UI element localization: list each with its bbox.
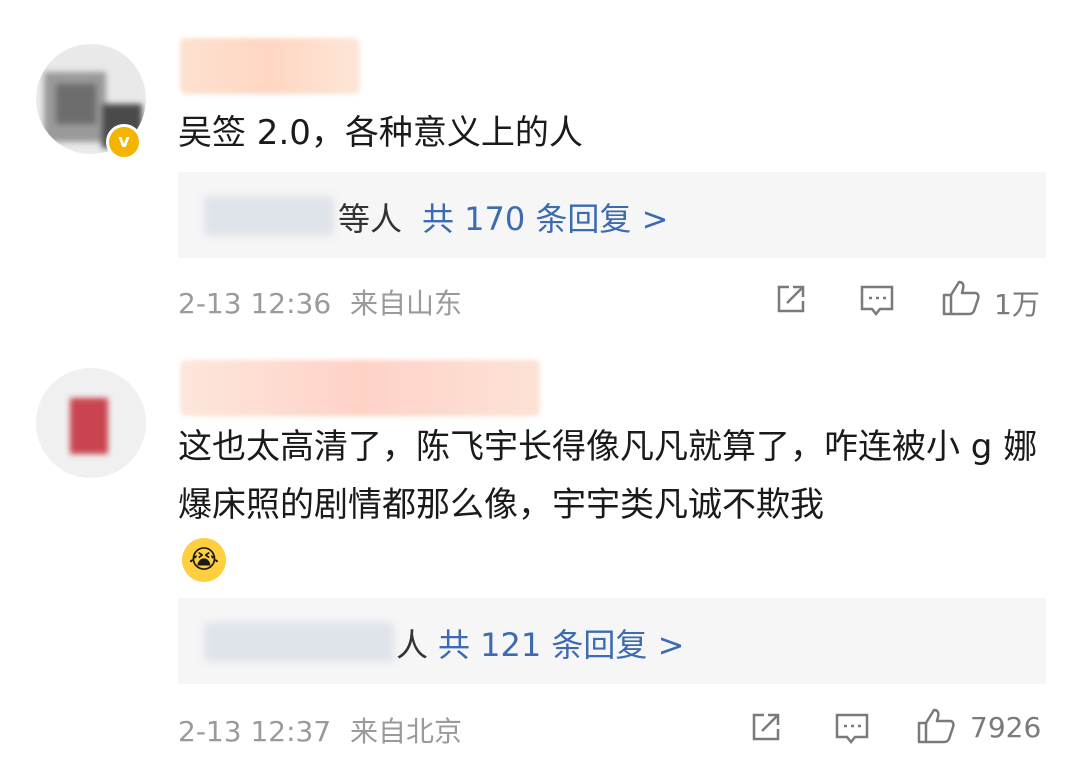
comment-meta: 2-13 12:37 来自北京 [178,710,462,750]
comment-item: 这也太高清了，陈飞宇长得像凡凡就算了，咋连被小 g 娜爆床照的剧情都那么像，宇宇… [0,340,1080,769]
comment-icon[interactable] [833,709,871,747]
like-count: 7926 [970,711,1042,744]
comment-text: 这也太高清了，陈飞宇长得像凡凡就算了，咋连被小 g 娜爆床照的剧情都那么像，宇宇… [178,427,1038,525]
avatar[interactable] [36,368,146,478]
reply-usernames [204,196,334,236]
username[interactable] [180,360,540,416]
crying-emoji-icon: 😭 [182,538,226,582]
comment-time: 2-13 12:36 [178,287,332,320]
comment-icon[interactable] [858,281,896,319]
like-count: 1万 [994,288,1040,321]
reply-usernames [204,622,394,662]
comment-item: v 吴签 2.0，各种意义上的人 等人 共 170 条回复 > 2-13 12:… [0,0,1080,340]
share-icon[interactable] [773,281,809,317]
share-icon[interactable] [748,709,784,745]
reply-suffix: 人 [396,626,429,664]
view-replies-link[interactable]: 共 121 条回复 > [438,620,684,666]
thumbs-up-icon[interactable] [915,706,957,746]
thumbs-up-icon[interactable] [940,278,982,318]
comment-location: 来自北京 [350,715,463,748]
reply-preview[interactable]: 等人 共 170 条回复 > [178,172,1046,258]
reply-suffix: 等人 [338,200,403,238]
comment-location: 来自山东 [350,287,463,320]
comment-meta: 2-13 12:36 来自山东 [178,282,462,322]
reply-preview[interactable]: 人 共 121 条回复 > [178,598,1046,684]
view-replies-link[interactable]: 共 170 条回复 > [422,194,668,240]
comment-text: 吴签 2.0，各种意义上的人 [178,113,583,153]
comment-time: 2-13 12:37 [178,715,332,748]
username[interactable] [180,38,360,94]
verified-badge-icon: v [106,124,142,160]
